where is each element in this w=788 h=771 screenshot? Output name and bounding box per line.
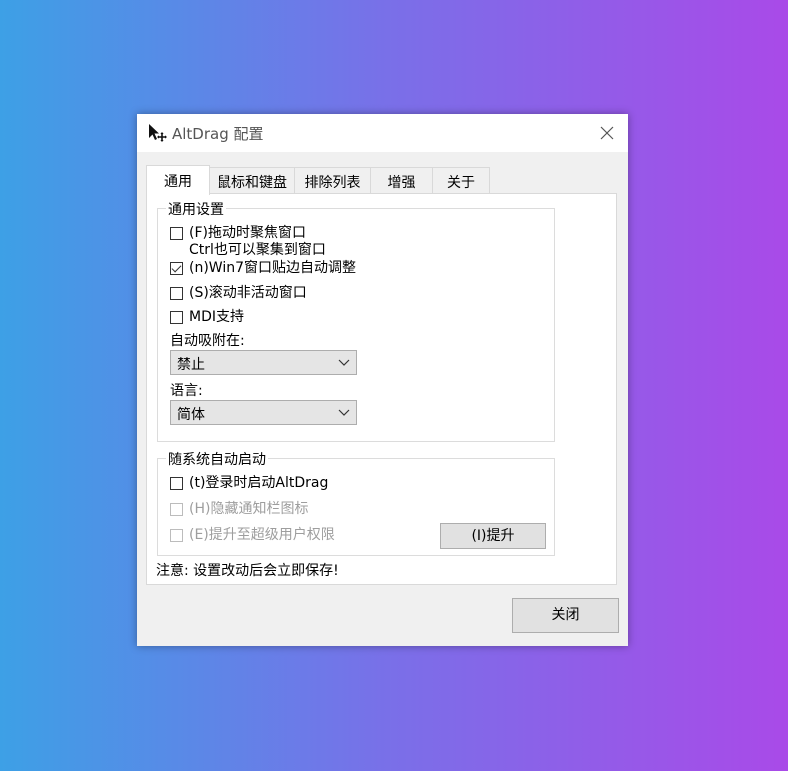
scroll-inactive-option[interactable]: (S)滚动非活动窗口 [170,285,307,302]
scroll-inactive-label: (S)滚动非活动窗口 [189,285,307,301]
general-settings-legend: 通用设置 [166,199,226,219]
focus-on-drag-option[interactable]: (F)拖动时聚焦窗口 Ctrl也可以聚集到窗口 [170,225,326,259]
tab-about[interactable]: 关于 [432,167,490,193]
snap-label: 自动吸附在: [170,333,245,349]
start-on-login-option[interactable]: (t)登录时启动AltDrag [170,475,328,492]
close-button[interactable]: 关闭 [512,598,619,633]
close-icon [600,126,614,140]
scroll-inactive-checkbox[interactable] [170,287,183,300]
language-select[interactable]: 简体 [170,400,357,425]
tab-panel-general: 通用设置 (F)拖动时聚焦窗口 Ctrl也可以聚集到窗口 (n)Win7窗口贴边… [146,193,617,585]
aero-snap-checkbox[interactable] [170,262,183,275]
mdi-label: MDI支持 [189,309,244,325]
mdi-checkbox[interactable] [170,311,183,324]
snap-select-value: 禁止 [177,357,205,373]
autostart-legend: 随系统自动启动 [166,449,268,469]
general-settings-group: 通用设置 (F)拖动时聚焦窗口 Ctrl也可以聚集到窗口 (n)Win7窗口贴边… [157,199,555,442]
focus-on-drag-label: (F)拖动时聚焦窗口 [189,225,306,241]
elevate-button[interactable]: (I)提升 [440,523,546,549]
focus-on-drag-checkbox[interactable] [170,227,183,240]
hide-tray-label: (H)隐藏通知栏图标 [189,501,309,517]
mdi-option[interactable]: MDI支持 [170,309,244,326]
window-title: AltDrag 配置 [172,125,264,143]
start-on-login-checkbox[interactable] [170,477,183,490]
altdrag-cursor-icon [149,124,167,142]
title-bar: AltDrag 配置 [137,114,628,152]
tab-blacklist[interactable]: 排除列表 [294,167,371,193]
autosave-note: 注意: 设置改动后会立即保存! [156,563,339,579]
aero-snap-label: (n)Win7窗口贴边自动调整 [189,260,357,276]
tab-advanced[interactable]: 增强 [370,167,433,193]
elevate-label: (E)提升至超级用户权限 [189,527,335,543]
focus-on-drag-sublabel: Ctrl也可以聚集到窗口 [189,242,326,258]
chevron-down-icon [338,359,350,366]
tab-mouse-keyboard[interactable]: 鼠标和键盘 [209,167,295,193]
elevate-option: (E)提升至超级用户权限 [170,527,335,544]
hide-tray-checkbox [170,503,183,516]
tab-general[interactable]: 通用 [146,165,210,195]
elevate-checkbox [170,529,183,542]
close-window-button[interactable] [586,114,628,152]
autostart-group: 随系统自动启动 (t)登录时启动AltDrag (H)隐藏通知栏图标 (E)提升… [157,449,555,556]
chevron-down-icon [338,409,350,416]
start-on-login-label: (t)登录时启动AltDrag [189,475,329,491]
altdrag-config-window: AltDrag 配置 通用 鼠标和键盘 排除列表 增强 关于 通用设置 (F)拖… [137,114,628,646]
snap-select[interactable]: 禁止 [170,350,357,375]
hide-tray-option: (H)隐藏通知栏图标 [170,501,308,518]
aero-snap-option[interactable]: (n)Win7窗口贴边自动调整 [170,260,356,277]
language-select-value: 简体 [177,407,205,423]
language-label: 语言: [170,383,203,399]
